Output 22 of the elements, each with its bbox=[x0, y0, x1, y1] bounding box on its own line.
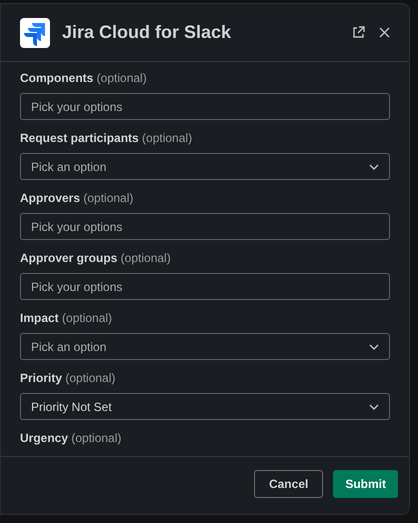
field-label: Approver groups (optional) bbox=[20, 250, 172, 266]
multi-select-field[interactable]: Pick your options bbox=[20, 273, 390, 300]
app-logo-icon bbox=[20, 18, 50, 48]
external-link-icon[interactable] bbox=[352, 26, 365, 39]
dropdown-field[interactable]: Pick an option bbox=[20, 153, 390, 180]
chevron-down-icon bbox=[369, 164, 379, 170]
submit-button[interactable]: Submit bbox=[333, 470, 398, 498]
multi-select-field[interactable]: Pick your options bbox=[20, 93, 390, 120]
modal-title: Jira Cloud for Slack bbox=[62, 21, 232, 44]
dropdown-field[interactable]: Pick an option bbox=[20, 333, 390, 360]
field-label: Priority (optional) bbox=[20, 370, 116, 386]
field-label: Request participants (optional) bbox=[20, 130, 194, 146]
dropdown-field[interactable]: Priority Not Set bbox=[20, 393, 390, 420]
chevron-down-icon bbox=[369, 344, 379, 350]
multi-select-field[interactable]: Pick your options bbox=[20, 213, 390, 240]
field-label: Urgency (optional) bbox=[20, 430, 122, 446]
chevron-down-icon bbox=[369, 404, 379, 410]
field-label: Impact (optional) bbox=[20, 310, 114, 326]
field-label: Approvers (optional) bbox=[20, 190, 134, 206]
field-label: Components (optional) bbox=[20, 70, 148, 86]
cancel-button[interactable]: Cancel bbox=[254, 470, 324, 498]
close-icon[interactable] bbox=[379, 27, 390, 38]
